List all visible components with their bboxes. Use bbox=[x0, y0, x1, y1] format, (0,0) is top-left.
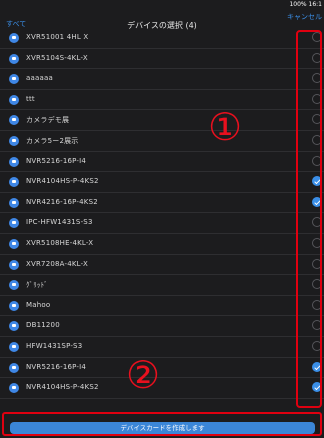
device-name: カメラデモ展 bbox=[26, 116, 70, 125]
device-row[interactable]: Mahoo bbox=[0, 296, 324, 317]
device-row[interactable]: XVR5108HE-4KL-X bbox=[0, 234, 324, 255]
device-name: XVR5108HE-4KL-X bbox=[26, 238, 94, 247]
device-icon bbox=[9, 362, 19, 373]
device-name: NVR5216-16P-I4 bbox=[26, 156, 87, 165]
cancel-button[interactable]: キャンセル bbox=[287, 12, 322, 22]
device-row[interactable]: XVR51001 4HL X bbox=[0, 28, 324, 49]
device-icon bbox=[9, 177, 19, 188]
device-name: XVR51001 4HL X bbox=[26, 33, 89, 41]
device-icon bbox=[9, 33, 19, 43]
device-icon bbox=[9, 321, 19, 332]
device-row[interactable]: ｸﾞﾘｯﾄﾞ bbox=[0, 275, 324, 296]
device-icon bbox=[9, 218, 19, 229]
annotation-marker-2: ② bbox=[126, 353, 161, 397]
checkbox-column-highlight bbox=[296, 30, 322, 408]
device-row[interactable]: NVR4216-16P-4KS2 bbox=[0, 193, 324, 214]
device-name: aaaaaa bbox=[26, 74, 53, 83]
device-icon bbox=[9, 259, 19, 270]
device-icon bbox=[9, 156, 19, 167]
device-name: NVR5216-16P-I4 bbox=[26, 362, 87, 371]
device-name: IPC-HFW1431S-S3 bbox=[26, 218, 93, 227]
device-name: NVR4104HS-P-4KS2 bbox=[26, 177, 99, 186]
device-row[interactable]: NVR5216-16P-I4 bbox=[0, 152, 324, 173]
device-row[interactable]: DB11200 bbox=[0, 316, 324, 337]
device-icon bbox=[9, 94, 19, 105]
status-bar: 100% 16:1 bbox=[0, 0, 324, 10]
device-name: XVR7208A-4KL-X bbox=[26, 259, 89, 268]
device-list: XVR51001 4HL X XVR5104S-4KL-X aaaaaa ttt カメラ… bbox=[0, 28, 324, 410]
device-row[interactable]: aaaaaa bbox=[0, 69, 324, 90]
device-row[interactable]: HFW1431SP-S3 bbox=[0, 337, 324, 358]
device-icon bbox=[9, 280, 19, 291]
device-row[interactable]: NVR5216-16P-I4 bbox=[0, 358, 324, 379]
device-row[interactable]: XVR7208A-4KL-X bbox=[0, 255, 324, 276]
device-name: DB11200 bbox=[26, 321, 60, 330]
device-name: XVR5104S-4KL-X bbox=[26, 53, 88, 62]
device-icon bbox=[9, 135, 19, 146]
device-row[interactable]: ttt bbox=[0, 90, 324, 111]
device-icon bbox=[9, 197, 19, 208]
device-row[interactable]: XVR5104S-4KL-X bbox=[0, 49, 324, 70]
device-icon bbox=[9, 300, 19, 311]
device-name: HFW1431SP-S3 bbox=[26, 341, 83, 350]
device-row[interactable]: カメラ5ー2展示 bbox=[0, 131, 324, 152]
device-name: ｸﾞﾘｯﾄﾞ bbox=[26, 281, 48, 290]
device-name: カメラ5ー2展示 bbox=[26, 136, 79, 145]
device-name: ttt bbox=[26, 94, 35, 103]
device-row[interactable]: NVR4104HS-P-4KS2 bbox=[0, 378, 324, 399]
device-icon bbox=[9, 74, 19, 85]
device-row[interactable]: NVR4104HS-P-4KS2 bbox=[0, 172, 324, 193]
device-name: NVR4216-16P-4KS2 bbox=[26, 197, 98, 206]
device-row[interactable]: IPC-HFW1431S-S3 bbox=[0, 213, 324, 234]
device-icon bbox=[9, 238, 19, 249]
create-device-card-button[interactable]: デバイスカードを作成します bbox=[10, 422, 315, 434]
device-name: NVR4104HS-P-4KS2 bbox=[26, 383, 99, 392]
device-icon bbox=[9, 53, 19, 64]
device-name: Mahoo bbox=[26, 300, 51, 309]
device-icon bbox=[9, 115, 19, 126]
device-icon bbox=[9, 341, 19, 352]
status-text: 100% 16:1 bbox=[289, 1, 322, 8]
device-row[interactable]: カメラデモ展 bbox=[0, 110, 324, 131]
device-icon bbox=[9, 383, 19, 394]
annotation-marker-1: ① bbox=[208, 105, 243, 149]
